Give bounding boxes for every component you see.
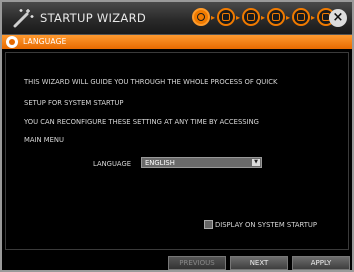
step-arrow-icon: ▸: [261, 13, 266, 22]
step-display-icon[interactable]: [292, 8, 310, 26]
step-record-icon[interactable]: [242, 8, 260, 26]
language-label: LANGUAGE: [93, 160, 132, 168]
intro-line-1: THIS WIZARD WILL GUIDE YOU THROUGH THE W…: [24, 78, 278, 86]
startup-wizard-window: STARTUP WIZARD ▸ ▸ ▸ ▸ ▸ × LANGUAGE THIS…: [0, 0, 354, 272]
intro-line-4: MAIN MENU: [24, 136, 64, 144]
title-bar: STARTUP WIZARD ▸ ▸ ▸ ▸ ▸ ×: [2, 2, 352, 35]
step-arrow-icon: ▸: [311, 13, 316, 22]
step-language-icon[interactable]: [192, 8, 210, 26]
step-arrow-icon: ▸: [286, 13, 291, 22]
button-row: PREVIOUS NEXT APPLY: [2, 256, 352, 270]
dropdown-arrow-icon[interactable]: ▼: [252, 159, 260, 166]
step-network-icon[interactable]: [267, 8, 285, 26]
previous-button[interactable]: PREVIOUS: [168, 256, 226, 270]
close-icon[interactable]: ×: [329, 9, 347, 27]
language-value: ENGLISH: [145, 159, 175, 167]
wizard-wand-icon: [13, 9, 34, 28]
window-title: STARTUP WIZARD: [40, 11, 147, 25]
step-arrow-icon: ▸: [211, 13, 216, 22]
display-on-startup-checkbox[interactable]: [204, 220, 213, 229]
apply-button[interactable]: APPLY: [292, 256, 350, 270]
step-calendar-icon[interactable]: [217, 8, 235, 26]
intro-line-3: YOU CAN RECONFIGURE THESE SETTING AT ANY…: [24, 118, 259, 126]
section-title: LANGUAGE: [23, 37, 67, 46]
display-on-startup-label: DISPLAY ON SYSTEM STARTUP: [215, 221, 317, 229]
language-select[interactable]: ENGLISH ▼: [141, 157, 262, 168]
section-bullet-icon: [6, 36, 18, 48]
section-header: LANGUAGE: [2, 35, 352, 49]
step-arrow-icon: ▸: [236, 13, 241, 22]
next-button[interactable]: NEXT: [230, 256, 288, 270]
intro-line-2: SETUP FOR SYSTEM STARTUP: [24, 99, 124, 107]
